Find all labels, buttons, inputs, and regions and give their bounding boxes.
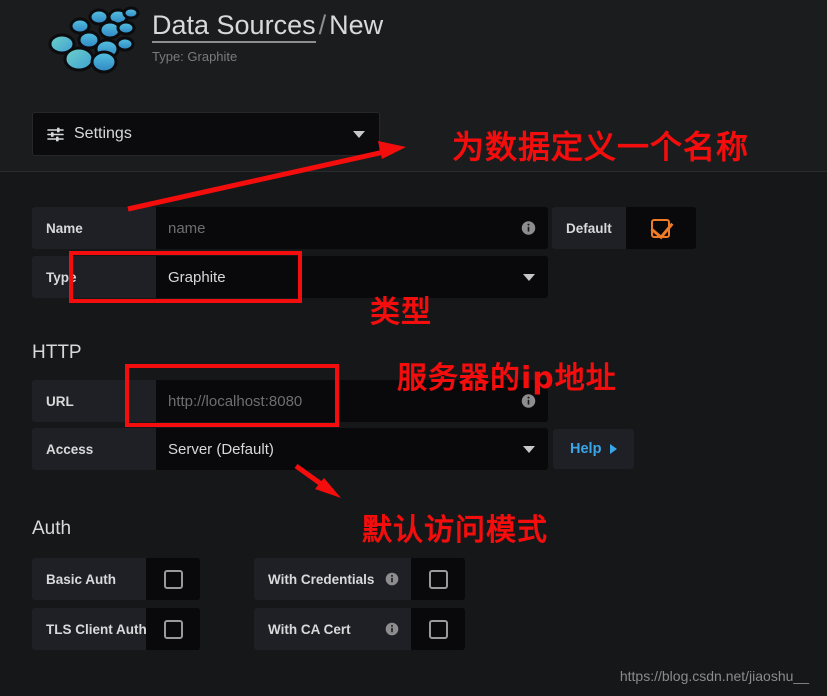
- access-select[interactable]: Server (Default): [156, 428, 548, 470]
- tls-client-auth-checkbox-cell[interactable]: [146, 608, 200, 650]
- url-field-label: URL: [32, 380, 156, 422]
- basic-auth-checkbox[interactable]: [163, 569, 183, 589]
- url-input[interactable]: http://localhost:8080: [156, 380, 548, 422]
- type-field-row: Type Graphite: [32, 256, 548, 298]
- settings-tab-picker[interactable]: Settings: [32, 112, 380, 156]
- url-label-text: URL: [46, 393, 74, 409]
- url-field-row: URL http://localhost:8080: [32, 380, 548, 422]
- help-button-label: Help: [570, 441, 602, 457]
- auth-section-title: Auth: [32, 518, 71, 540]
- with-ca-cert-label: With CA Cert: [254, 608, 411, 650]
- basic-auth-checkbox-cell[interactable]: [146, 558, 200, 600]
- auth-item-tls-client-auth: TLS Client Auth: [32, 608, 200, 650]
- datasource-settings-form: Name name Default Type Graphite HTTP URL…: [0, 172, 827, 696]
- info-icon[interactable]: [385, 622, 399, 636]
- info-icon[interactable]: [521, 394, 536, 409]
- name-label-text: Name: [46, 220, 83, 236]
- type-label-text: Type: [46, 269, 77, 285]
- breadcrumb-current: New: [329, 10, 384, 40]
- url-input-placeholder: http://localhost:8080: [168, 392, 303, 410]
- with-ca-cert-checkbox[interactable]: [428, 619, 448, 639]
- watermark-url: https://blog.csdn.net/jiaoshu__: [619, 668, 809, 684]
- tls-client-auth-label: TLS Client Auth: [32, 608, 147, 650]
- auth-item-basic-auth: Basic Auth: [32, 558, 200, 600]
- grafana-logo-icon: [42, 4, 146, 76]
- name-field-row: Name name: [32, 207, 548, 249]
- type-field-label: Type: [32, 256, 156, 298]
- page-header: Data Sources / New Type: Graphite Settings: [0, 0, 827, 172]
- access-label-text: Access: [46, 441, 94, 457]
- breadcrumb-data-sources-link[interactable]: Data Sources: [152, 10, 316, 43]
- page-title-block: Data Sources / New Type: Graphite: [152, 8, 383, 65]
- info-icon[interactable]: [521, 221, 536, 236]
- with-credentials-checkbox[interactable]: [428, 569, 448, 589]
- info-icon[interactable]: [385, 572, 399, 586]
- name-input-placeholder: name: [168, 219, 206, 237]
- tls-client-auth-label-text: TLS Client Auth: [46, 621, 147, 637]
- with-credentials-label-text: With Credentials: [268, 571, 375, 587]
- chevron-down-icon: [523, 446, 535, 453]
- name-field-label: Name: [32, 207, 156, 249]
- with-credentials-checkbox-cell[interactable]: [411, 558, 465, 600]
- default-label-text: Default: [566, 220, 612, 236]
- type-select-value: Graphite: [168, 268, 226, 286]
- chevron-down-icon: [353, 130, 365, 138]
- basic-auth-label-text: Basic Auth: [46, 571, 117, 587]
- with-ca-cert-checkbox-cell[interactable]: [411, 608, 465, 650]
- with-credentials-label: With Credentials: [254, 558, 411, 600]
- sliders-icon: [47, 127, 64, 141]
- chevron-down-icon: [523, 274, 535, 281]
- breadcrumb-separator: /: [318, 10, 327, 40]
- access-select-value: Server (Default): [168, 440, 274, 458]
- type-select[interactable]: Graphite: [156, 256, 548, 298]
- auth-item-with-ca-cert: With CA Cert: [254, 608, 465, 650]
- default-label: Default: [552, 207, 626, 249]
- caret-right-icon: [610, 444, 618, 454]
- http-section-title-text: HTTP: [32, 342, 82, 363]
- datasource-type-subtitle: Type: Graphite: [152, 49, 238, 64]
- default-checkbox[interactable]: [651, 218, 671, 238]
- auth-section-title-text: Auth: [32, 518, 72, 539]
- default-toggle-group: Default: [552, 207, 696, 249]
- access-field-label: Access: [32, 428, 156, 470]
- auth-item-with-credentials: With Credentials: [254, 558, 465, 600]
- access-field-row: Access Server (Default): [32, 428, 548, 470]
- basic-auth-label: Basic Auth: [32, 558, 146, 600]
- settings-tab-label: Settings: [74, 125, 132, 142]
- help-button[interactable]: Help: [553, 429, 635, 469]
- breadcrumb: Data Sources / New: [152, 8, 384, 43]
- with-ca-cert-label-text: With CA Cert: [268, 621, 351, 637]
- tls-client-auth-checkbox[interactable]: [163, 619, 183, 639]
- name-input[interactable]: name: [156, 207, 548, 249]
- http-section-title: HTTP: [32, 342, 82, 364]
- default-checkbox-cell[interactable]: [625, 207, 696, 249]
